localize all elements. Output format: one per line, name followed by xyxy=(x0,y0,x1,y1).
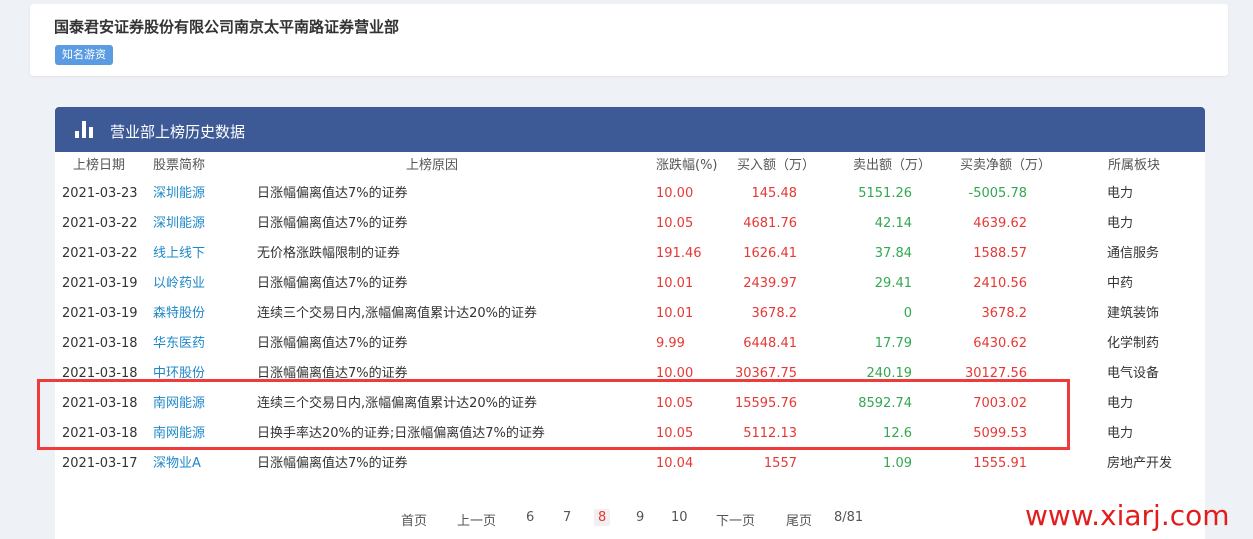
cell-sector: 中药 xyxy=(1107,276,1134,291)
cell-sector: 电力 xyxy=(1107,396,1134,411)
cell-sell: 29.41 xyxy=(874,276,912,291)
col-header-stock: 股票简称 xyxy=(153,158,206,173)
page-10[interactable]: 10 xyxy=(671,510,688,525)
cell-reason: 无价格涨跌幅限制的证券 xyxy=(257,246,401,261)
page-first[interactable]: 首页 xyxy=(401,510,427,529)
bar-chart-icon xyxy=(75,121,95,138)
page-6[interactable]: 6 xyxy=(526,510,534,525)
cell-sector: 通信服务 xyxy=(1107,246,1160,261)
page-7[interactable]: 7 xyxy=(563,510,571,525)
cell-net: 2410.56 xyxy=(973,276,1027,291)
cell-buy: 1557 xyxy=(763,456,797,471)
cell-net: -5005.78 xyxy=(968,186,1027,201)
cell-net: 1588.57 xyxy=(973,246,1027,261)
broker-info-card: 国泰君安证券股份有限公司南京太平南路证券营业部 知名游资 xyxy=(30,4,1228,76)
panel-title: 营业部上榜历史数据 xyxy=(110,123,246,141)
cell-date: 2021-03-18 xyxy=(62,336,138,351)
cell-buy: 1626.41 xyxy=(743,246,797,261)
col-header-sell: 卖出额（万） xyxy=(853,158,932,173)
cell-net: 6430.62 xyxy=(973,336,1027,351)
col-header-sector: 所属板块 xyxy=(1108,158,1161,173)
cell-sell: 1.09 xyxy=(883,456,912,471)
cell-buy: 145.48 xyxy=(751,186,798,201)
cell-sell: 17.79 xyxy=(874,336,912,351)
stock-link[interactable]: 线上线下 xyxy=(153,245,205,263)
cell-date: 2021-03-22 xyxy=(62,216,138,231)
cell-net: 3678.2 xyxy=(981,306,1028,321)
cell-buy: 6448.41 xyxy=(743,336,797,351)
page-8-current[interactable]: 8 xyxy=(594,509,611,526)
cell-reason: 日涨幅偏离值达7%的证券 xyxy=(257,336,408,351)
cell-reason: 日涨幅偏离值达7%的证券 xyxy=(257,186,408,201)
col-header-change: 涨跌幅(%) xyxy=(656,158,718,173)
highlight-box xyxy=(37,379,1070,450)
page-last[interactable]: 尾页 xyxy=(786,510,812,529)
cell-sell: 42.14 xyxy=(874,216,912,231)
stock-link[interactable]: 以岭药业 xyxy=(153,275,205,293)
cell-sector: 化学制药 xyxy=(1107,336,1160,351)
cell-reason: 日涨幅偏离值达7%的证券 xyxy=(257,456,408,471)
cell-reason: 日涨幅偏离值达7%的证券 xyxy=(257,216,408,231)
cell-sector: 电力 xyxy=(1107,186,1134,201)
cell-sell: 0 xyxy=(903,306,912,321)
famous-trader-tag[interactable]: 知名游资 xyxy=(55,45,113,65)
cell-sell: 5151.26 xyxy=(858,186,912,201)
cell-date: 2021-03-19 xyxy=(62,306,138,321)
cell-date: 2021-03-22 xyxy=(62,246,138,261)
cell-sector: 电力 xyxy=(1107,216,1134,231)
col-header-date: 上榜日期 xyxy=(73,158,126,173)
cell-date: 2021-03-17 xyxy=(62,456,138,471)
cell-sector: 房地产开发 xyxy=(1107,456,1173,471)
stock-link[interactable]: 深圳能源 xyxy=(153,185,205,203)
panel-header: 营业部上榜历史数据 xyxy=(55,107,1205,152)
page-9[interactable]: 9 xyxy=(636,510,644,525)
cell-buy: 3678.2 xyxy=(751,306,798,321)
col-header-reason: 上榜原因 xyxy=(406,158,459,173)
cell-buy: 4681.76 xyxy=(743,216,797,231)
cell-reason: 日涨幅偏离值达7%的证券 xyxy=(257,276,408,291)
cell-buy: 2439.97 xyxy=(743,276,797,291)
cell-date: 2021-03-19 xyxy=(62,276,138,291)
cell-date: 2021-03-23 xyxy=(62,186,138,201)
col-header-net: 买卖净额（万） xyxy=(960,158,1052,173)
page-info: 8/81 xyxy=(834,510,864,525)
cell-sector: 建筑装饰 xyxy=(1107,306,1160,321)
stock-link[interactable]: 华东医药 xyxy=(153,335,205,353)
cell-sector: 电气设备 xyxy=(1107,366,1160,381)
page-prev[interactable]: 上一页 xyxy=(457,510,496,529)
cell-net: 4639.62 xyxy=(973,216,1027,231)
cell-reason: 连续三个交易日内,涨幅偏离值累计达20%的证券 xyxy=(257,306,538,321)
broker-name: 国泰君安证券股份有限公司南京太平南路证券营业部 xyxy=(54,18,400,36)
page-next[interactable]: 下一页 xyxy=(716,510,755,529)
watermark: www.xiarj.com xyxy=(1025,499,1230,532)
stock-link[interactable]: 森特股份 xyxy=(153,305,205,323)
cell-sector: 电力 xyxy=(1107,426,1134,441)
cell-net: 1555.91 xyxy=(973,456,1027,471)
col-header-buy: 买入额（万） xyxy=(737,158,816,173)
stock-link[interactable]: 深圳能源 xyxy=(153,215,205,233)
stock-link[interactable]: 深物业A xyxy=(153,455,201,473)
cell-sell: 37.84 xyxy=(874,246,912,261)
